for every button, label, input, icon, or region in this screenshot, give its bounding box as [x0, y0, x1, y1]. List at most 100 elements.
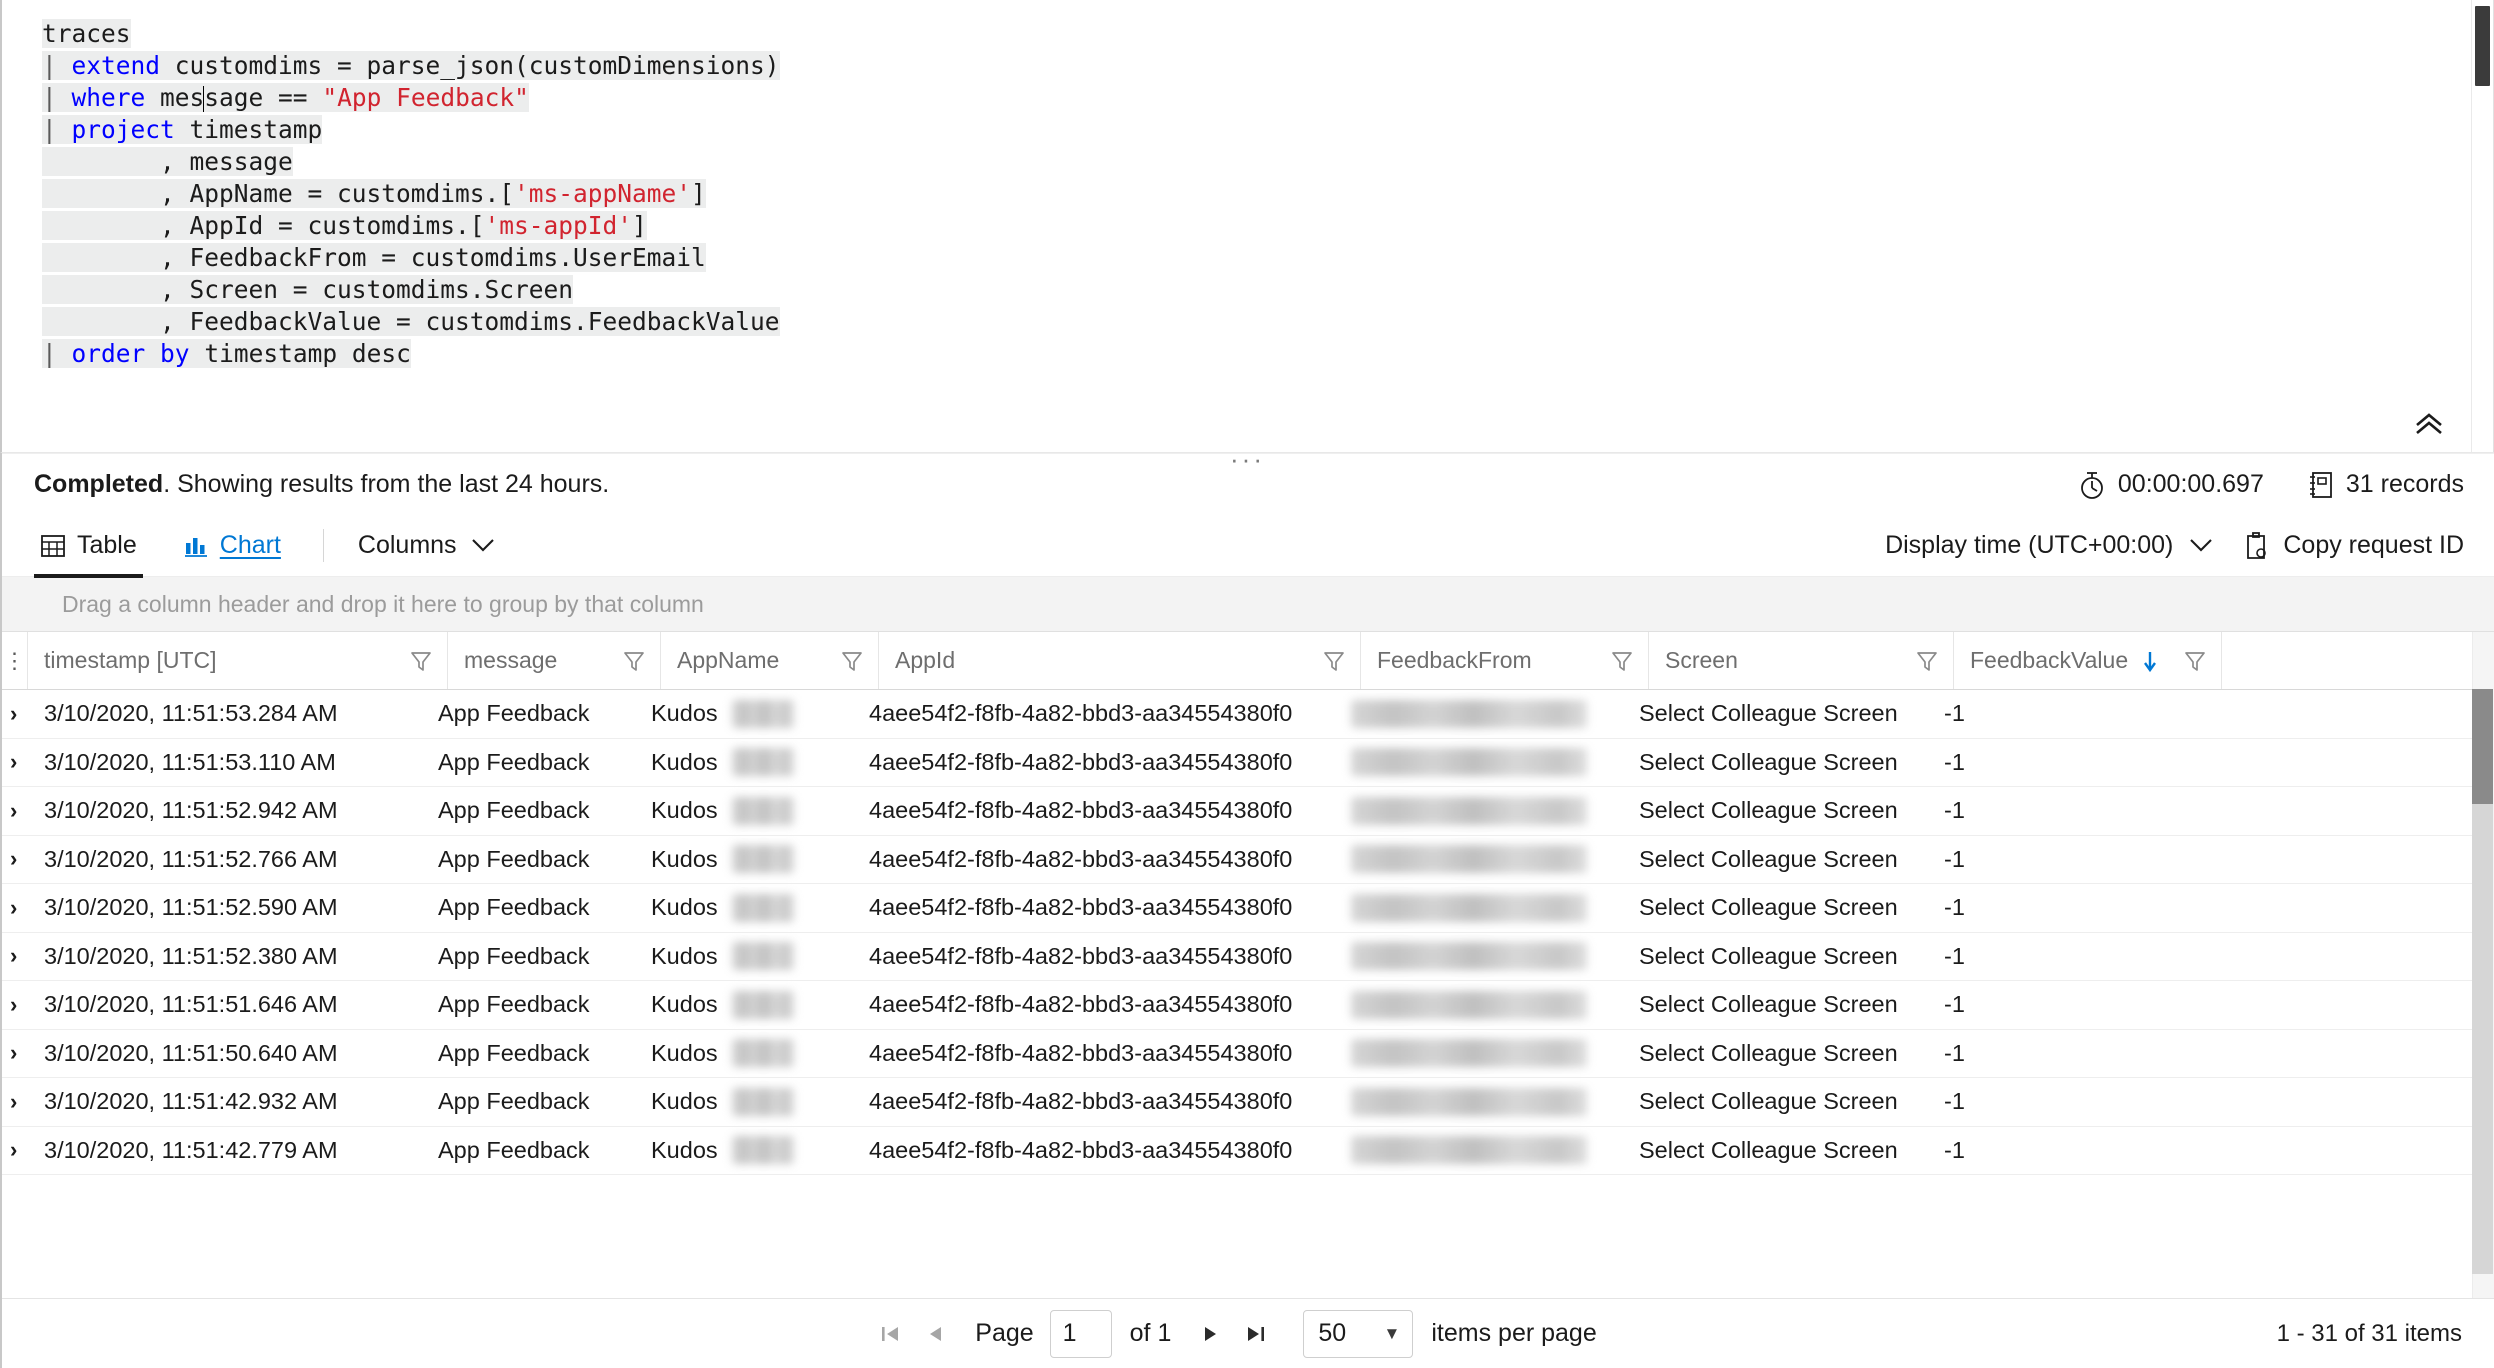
- table-row[interactable]: › 3/10/2020, 11:51:51.646 AM App Feedback K…: [2, 981, 2494, 1030]
- filter-icon[interactable]: [622, 649, 646, 673]
- grid-header-feedbackfrom[interactable]: FeedbackFrom: [1361, 632, 1649, 689]
- cell-message: App Feedback: [422, 836, 635, 884]
- grid-header-feedbackvalue[interactable]: FeedbackValue: [1954, 632, 2222, 689]
- code-line: , FeedbackFrom = customdims.UserEmail: [42, 242, 2453, 274]
- filter-icon[interactable]: [1915, 649, 1939, 673]
- cell-appname: Kudos: [635, 1078, 853, 1126]
- cell-message: App Feedback: [422, 884, 635, 932]
- filter-icon[interactable]: [1322, 649, 1346, 673]
- cell-message-value: App Feedback: [438, 942, 590, 969]
- cell-appname-value: Kudos: [651, 700, 718, 727]
- log-analytics-query-page: traces | extend customdims = parse_json(c…: [0, 0, 2494, 1368]
- grid-header-appid[interactable]: AppId: [879, 632, 1361, 689]
- code-token: |: [42, 83, 72, 112]
- cell-screen-value: Select Colleague Screen: [1639, 797, 1898, 824]
- code-token: by: [160, 339, 190, 368]
- code-token: timestamp desc: [189, 339, 411, 368]
- redacted-value: [1351, 1087, 1587, 1116]
- table-row[interactable]: › 3/10/2020, 11:51:53.110 AM App Feedback K…: [2, 739, 2494, 787]
- query-editor[interactable]: traces | extend customdims = parse_json(c…: [42, 18, 2453, 370]
- table-row[interactable]: › 3/10/2020, 11:51:50.640 AM App Feedback K…: [2, 1030, 2494, 1078]
- code-token: where: [71, 83, 146, 112]
- grid-header-screen[interactable]: Screen: [1649, 632, 1954, 689]
- first-page-icon[interactable]: [869, 1312, 913, 1356]
- row-expander-icon[interactable]: ›: [2, 1078, 28, 1126]
- grid-scrollbar-thumb[interactable]: [2472, 689, 2493, 804]
- cell-message-value: App Feedback: [438, 1136, 590, 1163]
- code-line: , AppId = customdims.['ms-appId']: [42, 210, 2453, 242]
- table-row[interactable]: › 3/10/2020, 11:51:52.380 AM App Feedback K…: [2, 933, 2494, 981]
- row-expander-icon[interactable]: ›: [2, 1127, 28, 1175]
- redacted-value: [1351, 748, 1587, 777]
- grid-options-icon[interactable]: ⋮: [2, 632, 28, 689]
- code-token: , AppId = customdims.[: [42, 211, 485, 240]
- next-page-icon[interactable]: [1189, 1312, 1233, 1356]
- cell-timestamp: 3/10/2020, 11:51:42.932 AM: [28, 1078, 422, 1126]
- cell-screen-value: Select Colleague Screen: [1639, 942, 1898, 969]
- cell-screen-value: Select Colleague Screen: [1639, 1088, 1898, 1115]
- code-line: , Screen = customdims.Screen: [42, 274, 2453, 306]
- tab-chart[interactable]: Chart: [177, 517, 287, 578]
- grid-header-appname[interactable]: AppName: [661, 632, 879, 689]
- row-expander-icon[interactable]: ›: [2, 933, 28, 981]
- code-token: , Screen = customdims.Screen: [42, 275, 574, 304]
- tab-table[interactable]: Table: [34, 517, 143, 578]
- previous-page-icon[interactable]: [913, 1312, 957, 1356]
- chevron-down-icon: [2189, 538, 2213, 553]
- cell-feedbackvalue: -1: [1928, 739, 2196, 787]
- table-row[interactable]: › 3/10/2020, 11:51:52.590 AM App Feedback K…: [2, 884, 2494, 933]
- row-expander-icon[interactable]: ›: [2, 690, 28, 738]
- cell-feedbackvalue-value: -1: [1944, 942, 1965, 969]
- page-size-select[interactable]: 50 ▼: [1303, 1309, 1414, 1358]
- cell-screen: Select Colleague Screen: [1623, 1078, 1928, 1126]
- page-total-label: of 1: [1129, 1319, 1172, 1347]
- panel-splitter-handle[interactable]: ···: [2, 446, 2493, 472]
- grid-header-message[interactable]: message: [448, 632, 661, 689]
- code-token: , message: [42, 147, 293, 176]
- code-token: |: [42, 115, 72, 144]
- code-token: traces: [42, 19, 131, 48]
- code-token: 'ms-appId': [484, 211, 633, 240]
- editor-scrollbar[interactable]: [2471, 0, 2493, 452]
- redacted-value: [731, 699, 794, 728]
- sort-descending-icon[interactable]: [2140, 649, 2160, 673]
- results-grid: ⋮ timestamp [UTC] message AppName AppId Feedb…: [2, 632, 2494, 1298]
- grid-scrollbar[interactable]: [2472, 632, 2494, 1298]
- editor-scrollbar-thumb[interactable]: [2475, 6, 2490, 86]
- grid-header-timestamp-utc[interactable]: timestamp [UTC]: [28, 632, 448, 689]
- table-icon: [40, 533, 66, 559]
- row-expander-icon[interactable]: ›: [2, 884, 28, 932]
- stopwatch-icon: [2078, 470, 2106, 500]
- row-expander-icon[interactable]: ›: [2, 1030, 28, 1078]
- cell-feedbackvalue: -1: [1928, 981, 2196, 1029]
- cell-feedbackvalue: -1: [1928, 884, 2196, 932]
- display-time-dropdown[interactable]: Display time (UTC+00:00): [1885, 531, 2213, 560]
- table-row[interactable]: › 3/10/2020, 11:51:52.766 AM App Feedback K…: [2, 836, 2494, 884]
- row-expander-icon[interactable]: ›: [2, 739, 28, 787]
- row-expander-icon[interactable]: ›: [2, 981, 28, 1029]
- cell-appname: Kudos: [635, 981, 853, 1029]
- table-row[interactable]: › 3/10/2020, 11:51:53.284 AM App Feedback K…: [2, 690, 2494, 739]
- code-token: timestamp: [174, 115, 323, 144]
- row-expander-icon[interactable]: ›: [2, 836, 28, 884]
- table-row[interactable]: › 3/10/2020, 11:51:52.942 AM App Feedback K…: [2, 787, 2494, 836]
- clipboard-icon: [2243, 531, 2269, 561]
- filter-icon[interactable]: [2183, 649, 2207, 673]
- group-by-dropzone[interactable]: Drag a column header and drop it here to…: [2, 577, 2494, 632]
- table-row[interactable]: › 3/10/2020, 11:51:42.932 AM App Feedback K…: [2, 1078, 2494, 1127]
- filter-icon[interactable]: [840, 649, 864, 673]
- page-number-input[interactable]: 1: [1049, 1309, 1112, 1358]
- last-page-icon[interactable]: [1233, 1312, 1277, 1356]
- grid-scrollbar-trough[interactable]: [2472, 804, 2493, 1274]
- filter-icon[interactable]: [409, 649, 433, 673]
- columns-dropdown[interactable]: Columns: [354, 515, 499, 576]
- cell-screen: Select Colleague Screen: [1623, 981, 1928, 1029]
- cell-screen-value: Select Colleague Screen: [1639, 894, 1898, 921]
- double-chevron-up-icon[interactable]: [2409, 408, 2449, 442]
- code-token: sage ==: [204, 83, 323, 112]
- table-row[interactable]: › 3/10/2020, 11:51:42.779 AM App Feedback K…: [2, 1127, 2494, 1175]
- row-expander-icon[interactable]: ›: [2, 787, 28, 835]
- copy-request-id-button[interactable]: Copy request ID: [2243, 531, 2464, 561]
- status-state: Completed: [34, 470, 164, 498]
- filter-icon[interactable]: [1610, 649, 1634, 673]
